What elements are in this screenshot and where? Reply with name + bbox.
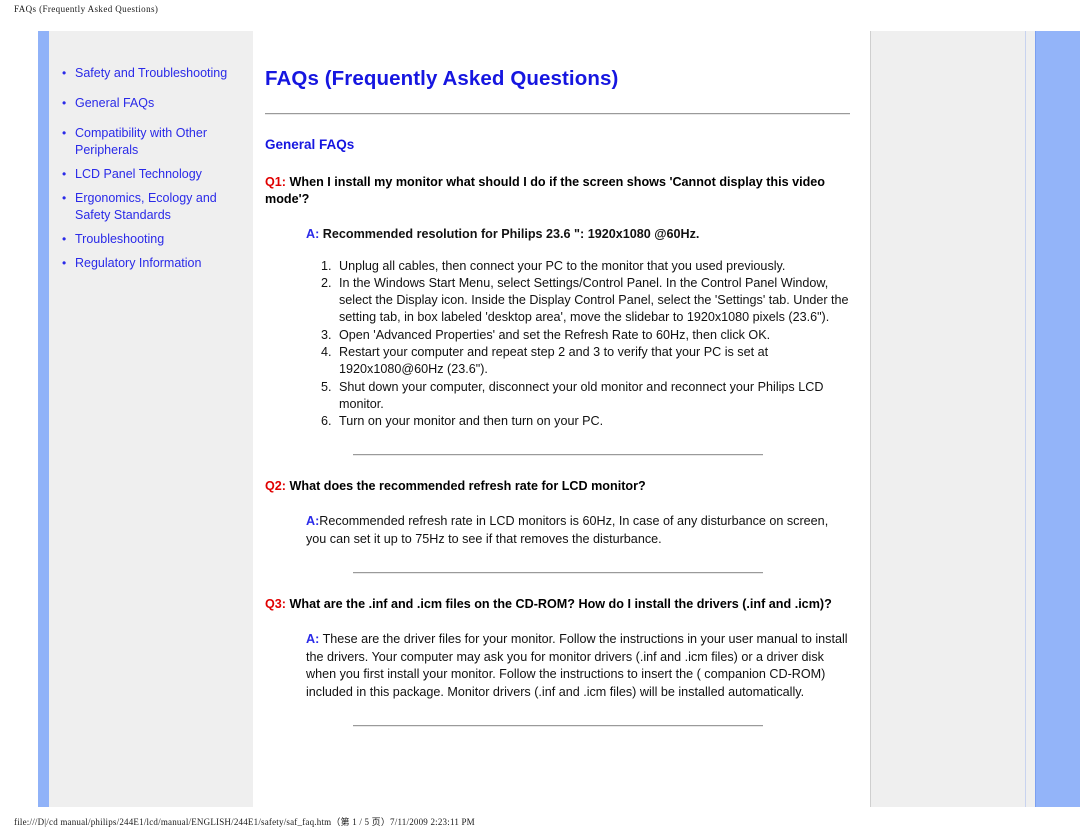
question-marker: Q2:	[265, 479, 286, 494]
list-item: Restart your computer and repeat step 2 …	[335, 344, 850, 379]
list-item: Unplug all cables, then connect your PC …	[335, 258, 850, 275]
question-marker: Q1:	[265, 175, 286, 189]
answer-marker: A:	[306, 632, 320, 647]
faq-item-q1: Q1: When I install my monitor what shoul…	[265, 174, 850, 430]
bullet-icon: •	[62, 66, 67, 80]
page-title: FAQs (Frequently Asked Questions)	[265, 67, 619, 90]
question-marker: Q3:	[265, 597, 286, 612]
answer-marker: A:	[306, 227, 320, 241]
faq-divider	[353, 725, 763, 728]
answer-text: A: These are the driver files for your m…	[306, 631, 850, 701]
sidebar-nav-list: • Safety and Troubleshooting • General F…	[59, 65, 243, 272]
right-accent-bar	[1035, 31, 1080, 807]
bullet-icon: •	[62, 96, 67, 110]
sidebar-item-regulatory-information[interactable]: • Regulatory Information	[59, 255, 243, 272]
answer-body: Recommended refresh rate in LCD monitors…	[306, 514, 829, 546]
sidebar-item-safety-and-troubleshooting[interactable]: • Safety and Troubleshooting	[59, 65, 243, 82]
sidebar-item-ergonomics-ecology-and-safety-standards[interactable]: • Ergonomics, Ecology and Safety Standar…	[59, 190, 243, 224]
sidebar-item-troubleshooting[interactable]: • Troubleshooting	[59, 231, 243, 248]
answer-text: A: Recommended resolution for Philips 23…	[306, 226, 850, 244]
section-title: General FAQs	[265, 137, 355, 152]
faq-divider	[353, 454, 763, 457]
question-body: What are the .inf and .icm files on the …	[289, 597, 832, 612]
bullet-icon: •	[62, 167, 67, 181]
sidebar-item-label: LCD Panel Technology	[75, 167, 202, 181]
sidebar-item-label: Ergonomics, Ecology and Safety Standards	[75, 191, 217, 222]
question-text: Q2: What does the recommended refresh ra…	[265, 478, 850, 495]
sidebar-item-lcd-panel-technology[interactable]: • LCD Panel Technology	[59, 166, 243, 183]
answer-body: These are the driver files for your moni…	[306, 632, 848, 699]
faq-item-q2: Q2: What does the recommended refresh ra…	[265, 478, 850, 548]
sidebar-item-label: Troubleshooting	[75, 232, 165, 246]
faq-item-q3: Q3: What are the .inf and .icm files on …	[265, 596, 850, 701]
bullet-icon: •	[62, 232, 67, 246]
list-item: Open 'Advanced Properties' and set the R…	[335, 327, 850, 344]
right-gutter-panel	[870, 31, 1026, 807]
question-text: Q3: What are the .inf and .icm files on …	[265, 596, 850, 613]
question-text: Q1: When I install my monitor what shoul…	[265, 174, 850, 208]
question-body: What does the recommended refresh rate f…	[289, 479, 646, 494]
bullet-icon: •	[62, 126, 67, 140]
sidebar-item-label: Regulatory Information	[75, 256, 202, 270]
print-header-title: FAQs (Frequently Asked Questions)	[14, 4, 159, 14]
right-gutter-gap	[1026, 31, 1035, 807]
list-item: Turn on your monitor and then turn on yo…	[335, 413, 850, 430]
page-frame: • Safety and Troubleshooting • General F…	[0, 31, 1080, 807]
answer-text: A:Recommended refresh rate in LCD monito…	[306, 513, 850, 548]
title-divider	[265, 113, 850, 115]
list-item: In the Windows Start Menu, select Settin…	[335, 275, 850, 327]
sidebar-panel: • Safety and Troubleshooting • General F…	[49, 31, 253, 807]
sidebar-item-general-faqs[interactable]: • General FAQs	[59, 95, 243, 112]
bullet-icon: •	[62, 191, 67, 205]
sidebar-item-label: Safety and Troubleshooting	[75, 66, 228, 80]
answer-body: Recommended resolution for Philips 23.6 …	[322, 227, 700, 241]
answer-step-list: Unplug all cables, then connect your PC …	[265, 258, 850, 431]
sidebar-item-label: Compatibility with Other Peripherals	[75, 126, 207, 157]
sidebar-item-compatibility-with-other-peripherals[interactable]: • Compatibility with Other Peripherals	[59, 125, 243, 159]
question-body: When I install my monitor what should I …	[265, 175, 825, 206]
print-footer-path: file:///D|/cd manual/philips/244E1/lcd/m…	[14, 817, 475, 827]
list-item: Shut down your computer, disconnect your…	[335, 379, 850, 414]
bullet-icon: •	[62, 256, 67, 270]
answer-marker: A:	[306, 514, 320, 529]
sidebar-item-label: General FAQs	[75, 96, 155, 110]
faq-divider	[353, 572, 763, 575]
main-content: FAQs (Frequently Asked Questions) Genera…	[253, 31, 870, 807]
